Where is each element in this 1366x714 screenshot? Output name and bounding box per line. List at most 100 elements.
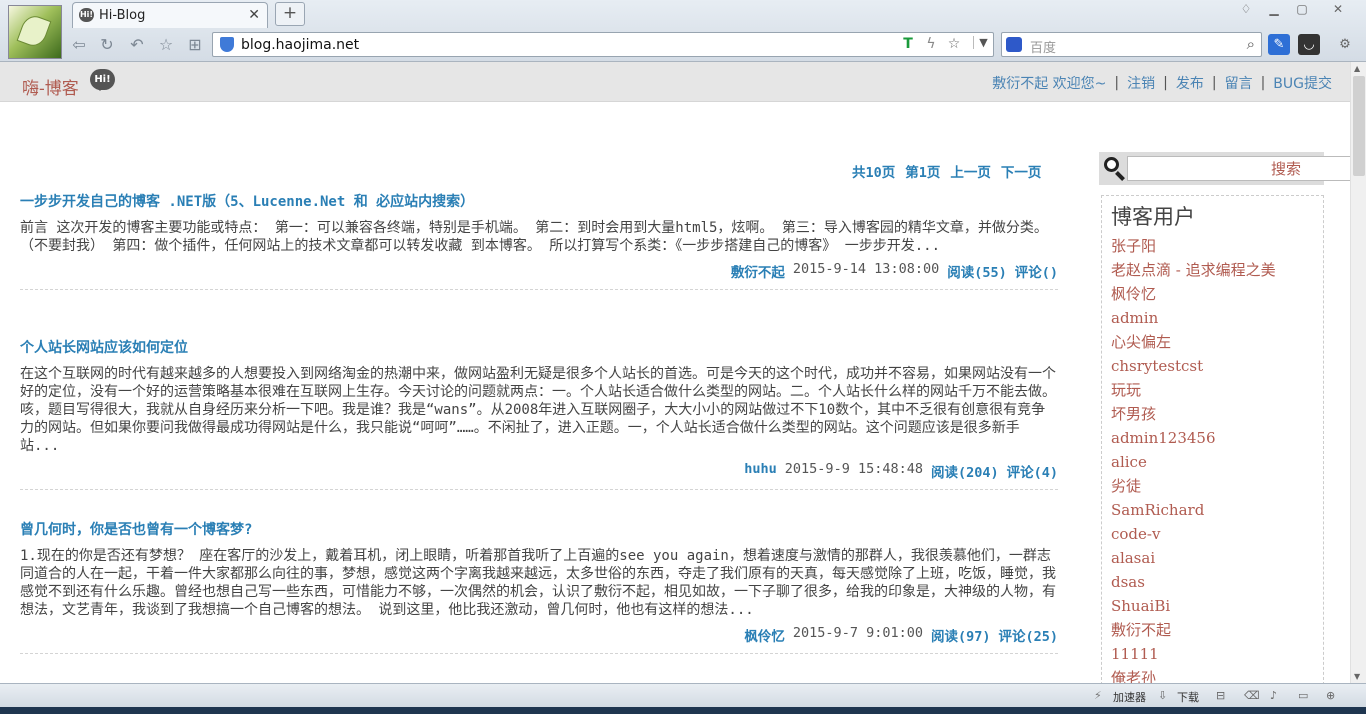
user-link[interactable]: chsrytestcst bbox=[1111, 354, 1276, 378]
safe-t-icon[interactable]: T bbox=[898, 36, 918, 52]
user-link[interactable]: 枫伶忆 bbox=[1111, 282, 1276, 306]
minimize-button[interactable]: ▁ bbox=[1262, 2, 1286, 16]
post-title[interactable]: 曾几何时，你是否也曾有一个博客梦? bbox=[20, 519, 1058, 539]
tab-title: Hi-Blog bbox=[99, 8, 146, 23]
accelerator-label[interactable]: 加速器 bbox=[1113, 689, 1146, 705]
refresh-icon[interactable]: ↻ bbox=[96, 35, 118, 55]
user-link[interactable]: alasai bbox=[1111, 546, 1276, 570]
user-link[interactable]: 老赵点滴 - 追求编程之美 bbox=[1111, 258, 1276, 282]
scroll-up-icon[interactable]: ▲ bbox=[1354, 64, 1360, 73]
close-tab-icon[interactable]: ✕ bbox=[248, 7, 260, 23]
sidebar-search-button[interactable]: 搜索 bbox=[1271, 158, 1301, 179]
post-item: 个人站长网站应该如何定位 在这个互联网的时代有越来越多的人想要投入到网络淘金的热… bbox=[20, 337, 1058, 490]
sidebar-search-input[interactable] bbox=[1127, 156, 1350, 181]
user-link[interactable]: SamRichard bbox=[1111, 498, 1276, 522]
blog-users-list: 张子阳 老赵点滴 - 追求编程之美 枫伶忆 admin 心尖偏左 chsryte… bbox=[1111, 234, 1276, 683]
user-link[interactable]: code-v bbox=[1111, 522, 1276, 546]
hi-bubble-icon: Hi! bbox=[90, 69, 115, 91]
url-text[interactable]: blog.haojima.net bbox=[241, 37, 359, 53]
user-link[interactable]: 心尖偏左 bbox=[1111, 330, 1276, 354]
user-link[interactable]: dsas bbox=[1111, 570, 1276, 594]
tab-favicon: Hi! bbox=[79, 8, 94, 22]
site-header: 嗨-博客 Hi! 敷衍不起 欢迎您~ | 注销 | 发布 | 留言 | BUG提… bbox=[0, 62, 1350, 102]
user-link[interactable]: 劣徒 bbox=[1111, 474, 1276, 498]
zoom-icon[interactable]: ⊕ bbox=[1326, 689, 1335, 702]
post-reads[interactable]: 阅读(55) bbox=[947, 261, 1007, 281]
close-window-button[interactable]: ✕ bbox=[1326, 2, 1350, 16]
edit-icon[interactable]: ✎ bbox=[1268, 34, 1290, 55]
post-comments[interactable]: 评论(25) bbox=[998, 625, 1058, 645]
post-date: 2015-9-9 15:48:48 bbox=[784, 461, 923, 477]
undo-icon[interactable]: ↶ bbox=[126, 35, 148, 55]
user-link[interactable]: 俺老孙 bbox=[1111, 666, 1276, 683]
nav-bug-report[interactable]: BUG提交 bbox=[1273, 73, 1332, 93]
back-icon[interactable]: ⇦ bbox=[68, 35, 90, 55]
post-title[interactable]: 个人站长网站应该如何定位 bbox=[20, 337, 1058, 357]
wrench-icon[interactable]: ⚙ bbox=[1334, 34, 1356, 55]
search-icon[interactable]: ⌕ bbox=[1247, 35, 1255, 53]
address-bar[interactable]: blog.haojima.net T ϟ ☆ ▼ bbox=[212, 32, 994, 57]
scrollbar-thumb[interactable] bbox=[1353, 76, 1365, 176]
download-icon[interactable]: ⇩ bbox=[1158, 689, 1167, 702]
magnifier-icon bbox=[1103, 156, 1125, 181]
user-link[interactable]: admin123456 bbox=[1111, 426, 1276, 450]
trash-icon[interactable]: ⌫ bbox=[1244, 689, 1260, 702]
nav-greeting[interactable]: 敷衍不起 欢迎您~ bbox=[992, 73, 1106, 93]
main-content: 共10页 第1页 上一页 下一页 一步步开发自己的博客 .NET版（5、Luce… bbox=[0, 103, 1350, 683]
pager-prev[interactable]: 上一页 bbox=[950, 161, 991, 181]
baidu-paw-icon bbox=[1006, 37, 1022, 52]
post-date: 2015-9-14 13:08:00 bbox=[792, 261, 940, 277]
grid-icon[interactable]: ⊞ bbox=[184, 35, 206, 55]
status-bar: ⚡ 加速器 ⇩ 下载 ⊟ ⌫ ♪ ▭ ⊕ bbox=[0, 683, 1366, 707]
nav-publish[interactable]: 发布 bbox=[1176, 73, 1204, 93]
post-author[interactable]: huhu bbox=[744, 461, 777, 481]
post-date: 2015-9-7 9:01:00 bbox=[792, 625, 923, 641]
post-meta: 敷衍不起 2015-9-14 13:08:00 阅读(55) 评论() bbox=[20, 261, 1058, 289]
browser-avatar[interactable] bbox=[8, 5, 62, 59]
pager-next[interactable]: 下一页 bbox=[1001, 161, 1042, 181]
maximize-button[interactable]: ▢ bbox=[1290, 2, 1314, 16]
lightning-icon[interactable]: ϟ bbox=[921, 36, 941, 52]
favorite-star-icon[interactable]: ☆ bbox=[155, 35, 177, 55]
search-placeholder: 百度 bbox=[1030, 41, 1057, 56]
post-meta: 枫伶忆 2015-9-7 9:01:00 阅读(97) 评论(25) bbox=[20, 625, 1058, 653]
site-logo[interactable]: 嗨-博客 bbox=[22, 74, 79, 99]
scroll-down-icon[interactable]: ▼ bbox=[1354, 672, 1360, 681]
post-reads[interactable]: 阅读(204) bbox=[931, 461, 999, 481]
volume-icon[interactable]: ♪ bbox=[1270, 689, 1277, 702]
post-title[interactable]: 一步步开发自己的博客 .NET版（5、Lucenne.Net 和 必应站内搜索） bbox=[20, 191, 1058, 211]
pager-current: 第1页 bbox=[905, 165, 941, 181]
download-label[interactable]: 下载 bbox=[1177, 689, 1199, 705]
post-author[interactable]: 敷衍不起 bbox=[731, 261, 785, 281]
user-link[interactable]: ShuaiBi bbox=[1111, 594, 1276, 618]
user-link[interactable]: 坏男孩 bbox=[1111, 402, 1276, 426]
user-link[interactable]: alice bbox=[1111, 450, 1276, 474]
dropdown-arrow-icon[interactable]: ▼ bbox=[973, 36, 993, 49]
security-shield-icon bbox=[220, 37, 234, 52]
top-nav: 敷衍不起 欢迎您~ | 注销 | 发布 | 留言 | BUG提交 bbox=[992, 73, 1332, 93]
new-tab-button[interactable]: + bbox=[275, 2, 305, 26]
post-item: 曾几何时，你是否也曾有一个博客梦? 1.现在的你是否还有梦想？ 座在客厅的沙发上… bbox=[20, 519, 1058, 654]
post-reads[interactable]: 阅读(97) bbox=[931, 625, 991, 645]
post-comments[interactable]: 评论() bbox=[1015, 261, 1058, 281]
page-scrollbar[interactable]: ▲ ▼ bbox=[1350, 62, 1366, 683]
nav-logout[interactable]: 注销 bbox=[1127, 73, 1155, 93]
browser-tab[interactable]: Hi! Hi-Blog ✕ bbox=[72, 2, 268, 28]
os-taskbar bbox=[0, 707, 1366, 714]
search-bar[interactable]: 百度 ⌕ bbox=[1001, 32, 1262, 57]
user-link[interactable]: 玩玩 bbox=[1111, 378, 1276, 402]
post-author[interactable]: 枫伶忆 bbox=[744, 625, 785, 645]
window-icon[interactable]: ⊟ bbox=[1216, 689, 1225, 702]
accelerator-icon[interactable]: ⚡ bbox=[1094, 689, 1102, 702]
user-link[interactable]: 11111 bbox=[1111, 642, 1276, 666]
nav-message[interactable]: 留言 bbox=[1225, 73, 1253, 93]
shirt-icon[interactable]: ♢ bbox=[1234, 2, 1258, 16]
screen-icon[interactable]: ▭ bbox=[1298, 689, 1308, 702]
bookmark-star-icon[interactable]: ☆ bbox=[944, 36, 964, 52]
pocket-icon[interactable]: ◡ bbox=[1298, 34, 1320, 55]
post-comments[interactable]: 评论(4) bbox=[1007, 461, 1058, 481]
user-link[interactable]: 张子阳 bbox=[1111, 234, 1276, 258]
blog-users-panel: 博客用户 张子阳 老赵点滴 - 追求编程之美 枫伶忆 admin 心尖偏左 ch… bbox=[1101, 195, 1324, 683]
user-link[interactable]: admin bbox=[1111, 306, 1276, 330]
user-link[interactable]: 敷衍不起 bbox=[1111, 618, 1276, 642]
